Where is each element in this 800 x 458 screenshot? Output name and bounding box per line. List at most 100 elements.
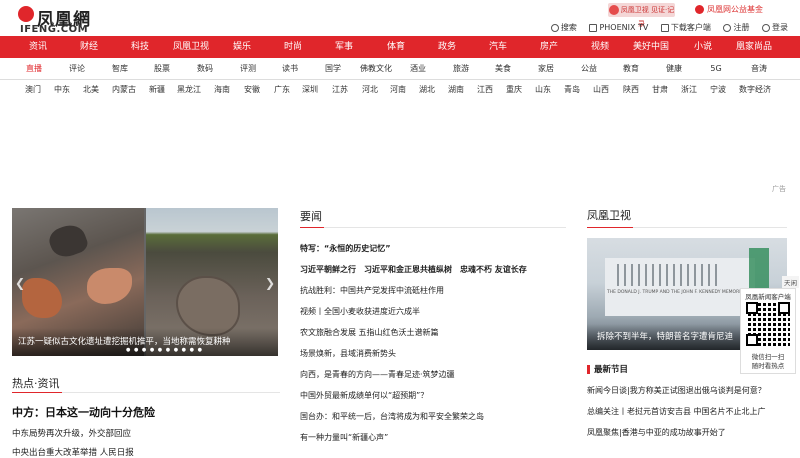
nav-main-item[interactable]: 凤凰卫视 — [173, 36, 209, 58]
nav-region-item[interactable]: 广东 — [274, 80, 290, 100]
nav-region-item[interactable]: 河南 — [390, 80, 406, 100]
ad-banner[interactable] — [12, 100, 788, 192]
nav-main-item[interactable]: 房产 — [540, 36, 558, 58]
nav-region-item[interactable]: 陕西 — [623, 80, 639, 100]
nav-region-item[interactable]: 安徽 — [244, 80, 260, 100]
news-item[interactable]: 场景焕新，县域消费新势头 — [300, 348, 396, 359]
nav-main-item[interactable]: 娱乐 — [233, 36, 251, 58]
news-item[interactable]: 国台办：和平统一后，台湾将成为和平安全繁荣之岛 — [300, 411, 484, 422]
program-item[interactable]: 新闻今日谈|我方称美正试图退出俄乌谈判是何意？ — [587, 385, 766, 396]
phoenix-tv-promo[interactable]: 凤凰卫视 见证·记录 — [608, 3, 675, 28]
nav-second-item[interactable]: 5G — [710, 58, 721, 80]
nav-main-item[interactable]: 资讯 — [29, 36, 47, 58]
nav-second-item[interactable]: 国学 — [325, 58, 341, 80]
news-item[interactable]: 抗战胜利：中国共产党发挥中流砥柱作用 — [300, 285, 444, 296]
nav-region-item[interactable]: 青岛 — [564, 80, 580, 100]
phoenix-tv-link[interactable]: PHOENIX TV — [589, 23, 648, 32]
nav-region-item[interactable]: 海南 — [214, 80, 230, 100]
nav-region-item[interactable]: 新疆 — [149, 80, 165, 100]
nav-second-item[interactable]: 评测 — [240, 58, 256, 80]
phoenix-tv-heading[interactable]: 凤凰卫视 — [587, 207, 631, 223]
search-link[interactable]: 搜索 — [550, 22, 577, 33]
app-qr-box[interactable]: 凤凰新闻客户端 微信扫一扫 随时看热点 — [740, 288, 796, 374]
side-tab[interactable]: 天闲 — [782, 276, 799, 288]
nav-second-item[interactable]: 公益 — [581, 58, 597, 80]
pottery-shard — [45, 220, 91, 262]
charity-promo[interactable]: 凤凰网公益基金 — [695, 4, 763, 15]
nav-main-item[interactable]: 军事 — [335, 36, 353, 58]
nav-second-item[interactable]: 读书 — [282, 58, 298, 80]
login-link[interactable]: 登录 — [762, 22, 788, 33]
top-bar: 凤凰網 IFENG.COM 凤凰卫视 见证·记录 凤凰网公益基金 搜索 PHOE… — [0, 0, 800, 36]
program-item[interactable]: 凤凰聚焦|香港与中亚的成功故事开始了 — [587, 427, 726, 438]
headline-slideshow[interactable]: ❮ ❯ 江苏一疑似古文化遗址遭挖掘机推平，当地称需恢复耕种 ● ● ● ● ● … — [12, 208, 278, 356]
nav-main-item[interactable]: 科技 — [131, 36, 149, 58]
nav-second-item[interactable]: 直播 — [26, 58, 42, 80]
nav-region-item[interactable]: 山西 — [593, 80, 609, 100]
nav-region-item[interactable]: 数字经济 — [739, 80, 771, 100]
nav-region-item[interactable]: 深圳 — [302, 80, 318, 100]
hot-heading[interactable]: 热点·资讯 — [12, 375, 60, 391]
news-item[interactable]: 视频丨全国小麦收获进度近六成半 — [300, 306, 420, 317]
nav-region-item[interactable]: 宁波 — [710, 80, 726, 100]
news-item[interactable]: 习近平朝鲜之行 习近平和金正恩共植纵树 忠魂不朽 友谊长存 — [300, 264, 527, 275]
nav-region-item[interactable]: 黑龙江 — [177, 80, 201, 100]
register-link[interactable]: 注册 — [723, 22, 749, 33]
nav-main-item[interactable]: 凰家尚品 — [736, 36, 772, 58]
nav-main-item[interactable]: 政务 — [438, 36, 456, 58]
nav-main-item[interactable]: 财经 — [80, 36, 98, 58]
nav-main-item[interactable]: 时尚 — [284, 36, 302, 58]
news-item[interactable]: 农文旅融合发展 五指山红色沃土谱新篇 — [300, 327, 439, 338]
nav-second-item[interactable]: 旅游 — [453, 58, 469, 80]
nav-region-item[interactable]: 中东 — [54, 80, 70, 100]
nav-region-item[interactable]: 河北 — [362, 80, 378, 100]
hot-top-story[interactable]: 中方：日本这一动向十分危险 — [12, 404, 155, 420]
nav-region-item[interactable]: 甘肃 — [652, 80, 668, 100]
hot-list-item[interactable]: 中东局势再次升级，外交部回应 — [12, 427, 131, 439]
nav-region-item[interactable]: 山东 — [535, 80, 551, 100]
nav-region-item[interactable]: 湖南 — [448, 80, 464, 100]
nav-region-item[interactable]: 江苏 — [332, 80, 348, 100]
news-item[interactable]: 有一种力量叫“新疆心声” — [300, 432, 388, 443]
qr-title: 凤凰新闻客户端 — [745, 293, 791, 301]
nav-second-item[interactable]: 数码 — [197, 58, 213, 80]
news-item[interactable]: 特写：“永恒的历史记忆” — [300, 243, 391, 254]
ifeng-logo[interactable]: 凤凰網 IFENG.COM — [18, 5, 98, 35]
nav-main-item[interactable]: 汽车 — [489, 36, 507, 58]
hot-list-item[interactable]: 中央出台重大改革举措 人民日报 — [12, 446, 134, 458]
nav-second-item[interactable]: 健康 — [666, 58, 682, 80]
news-item[interactable]: 中国外贸最新成绩单何以“超预期”？ — [300, 390, 428, 401]
slide-caption[interactable]: 江苏一疑似古文化遗址遭挖掘机推平，当地称需恢复耕种 — [18, 335, 231, 347]
nav-second-item[interactable]: 股票 — [154, 58, 170, 80]
nav-region-item[interactable]: 澳门 — [25, 80, 41, 100]
phoenix-tv-link-label: PHOENIX TV — [599, 23, 649, 32]
nav-region-item[interactable]: 江西 — [477, 80, 493, 100]
nav-second-item[interactable]: 家居 — [538, 58, 554, 80]
program-item[interactable]: 总编关注丨老挝元首访安吉县 中国名片不止北上广 — [587, 406, 766, 417]
nav-second-item[interactable]: 智库 — [112, 58, 128, 80]
news-heading[interactable]: 要闻 — [300, 208, 322, 224]
nav-region-item[interactable]: 湖北 — [419, 80, 435, 100]
phoenix-tv-caption[interactable]: 拆除不到半年，特朗普名字遭肯尼迪 — [597, 330, 733, 342]
news-item[interactable]: 向西，是青春的方向——青春足迹·筑梦边疆 — [300, 369, 455, 380]
nav-main-item[interactable]: 小说 — [694, 36, 712, 58]
nav-main-item[interactable]: 美好中国 — [633, 36, 669, 58]
pottery-shard — [176, 276, 240, 336]
nav-second-item[interactable]: 教育 — [623, 58, 639, 80]
nav-main-item[interactable]: 体育 — [387, 36, 405, 58]
slide-next-arrow-icon[interactable]: ❯ — [265, 276, 275, 290]
nav-region-item[interactable]: 内蒙古 — [112, 80, 136, 100]
nav-second-item[interactable]: 佛教文化 — [360, 58, 392, 80]
slide-prev-arrow-icon[interactable]: ❮ — [15, 276, 25, 290]
download-client-link[interactable]: 下载客户端 — [660, 22, 711, 33]
nav-second-item[interactable]: 音涛 — [751, 58, 767, 80]
nav-main-item[interactable]: 视频 — [591, 36, 609, 58]
nav-region-item[interactable]: 北美 — [83, 80, 99, 100]
nav-second-item[interactable]: 美食 — [495, 58, 511, 80]
nav-region-item[interactable]: 重庆 — [506, 80, 522, 100]
nav-region-item[interactable]: 浙江 — [681, 80, 697, 100]
newest-programs-heading[interactable]: 最新节目 — [587, 363, 628, 375]
nav-second-item[interactable]: 酒业 — [410, 58, 426, 80]
nav-second-item[interactable]: 评论 — [69, 58, 85, 80]
slide-dots[interactable]: ● ● ● ● ● ● ● ● ● ● — [126, 347, 203, 353]
